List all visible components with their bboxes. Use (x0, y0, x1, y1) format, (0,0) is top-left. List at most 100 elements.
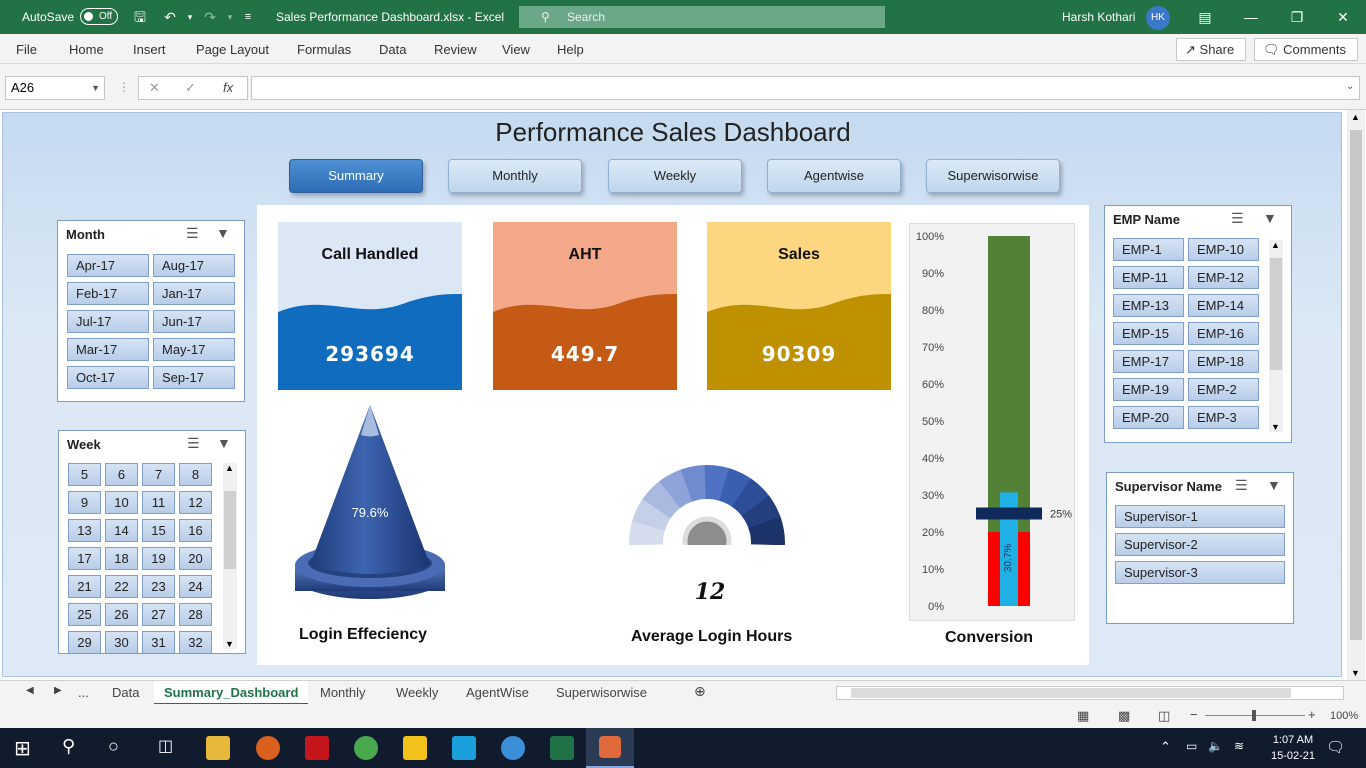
normal-view-icon[interactable]: ▦ (1077, 708, 1089, 724)
clear-filter-icon[interactable]: ▼ (1263, 210, 1277, 226)
horizontal-scrollbar[interactable] (836, 686, 1344, 700)
slicer-item-month[interactable]: Jun-17 (153, 310, 235, 333)
multi-select-icon[interactable]: ☰ (1235, 477, 1248, 494)
worksheet[interactable]: Performance Sales Dashboard Summary Mont… (0, 110, 1366, 680)
slicer-item-emp[interactable]: EMP-10 (1188, 238, 1259, 261)
tab-home[interactable]: Home (69, 42, 104, 57)
chevron-down-icon[interactable]: ▼ (1271, 422, 1280, 432)
slicer-item-week[interactable]: 10 (105, 491, 138, 514)
autosave-toggle[interactable]: Off (80, 8, 118, 25)
customize-toolbar-icon[interactable]: ≡ (238, 7, 258, 27)
chevron-up-icon[interactable]: ▲ (1351, 112, 1360, 122)
function-icon[interactable]: fx (223, 80, 233, 95)
slicer-item-emp[interactable]: EMP-11 (1113, 266, 1184, 289)
ribbon-display-icon[interactable]: ▤ (1193, 6, 1217, 28)
excel-icon[interactable] (550, 736, 574, 760)
slicer-item-week[interactable]: 8 (179, 463, 212, 486)
slicer-item-emp[interactable]: EMP-13 (1113, 294, 1184, 317)
more-options-icon[interactable]: ⋮ (118, 80, 130, 94)
slicer-item-emp[interactable]: EMP-12 (1188, 266, 1259, 289)
slicer-item-week[interactable]: 17 (68, 547, 101, 570)
chevron-down-icon[interactable]: ▼ (91, 77, 100, 99)
slicer-item-week[interactable]: 31 (142, 631, 175, 653)
tab-help[interactable]: Help (557, 42, 584, 57)
slicer-item-week[interactable]: 5 (68, 463, 101, 486)
emp-scrollbar[interactable]: ▲ ▼ (1269, 240, 1283, 432)
slicer-item-week[interactable]: 6 (105, 463, 138, 486)
tab-view[interactable]: View (502, 42, 530, 57)
slicer-item-week[interactable]: 13 (68, 519, 101, 542)
slicer-item-week[interactable]: 18 (105, 547, 138, 570)
slicer-item-week[interactable]: 11 (142, 491, 175, 514)
scroll-left-icon[interactable]: ◀ (26, 685, 34, 696)
slicer-item-week[interactable]: 28 (179, 603, 212, 626)
slicer-item-week[interactable]: 25 (68, 603, 101, 626)
slicer-item-week[interactable]: 23 (142, 575, 175, 598)
sheet-tab-agentwise[interactable]: AgentWise (466, 685, 529, 700)
nav-agentwise-button[interactable]: Agentwise (767, 159, 901, 193)
sheet-tab-summary-dashboard[interactable]: Summary_Dashboard (154, 681, 309, 705)
slicer-item-week[interactable]: 19 (142, 547, 175, 570)
slicer-item-month[interactable]: Feb-17 (67, 282, 149, 305)
expand-formula-icon[interactable]: ⌄ (1346, 81, 1354, 92)
slicer-item-emp[interactable]: EMP-19 (1113, 378, 1184, 401)
restore-icon[interactable]: ❐ (1285, 6, 1309, 28)
close-icon[interactable]: ✕ (1331, 6, 1355, 28)
tab-page-layout[interactable]: Page Layout (196, 42, 269, 57)
chrome-icon[interactable] (354, 736, 378, 760)
slicer-item-emp[interactable]: EMP-2 (1188, 378, 1259, 401)
multi-select-icon[interactable]: ☰ (187, 435, 200, 452)
windows-start-icon[interactable]: ⊞ (14, 736, 31, 761)
task-view-icon[interactable]: ◫ (158, 736, 173, 756)
name-box[interactable]: A26 ▼ (5, 76, 105, 100)
slicer-item-emp[interactable]: EMP-17 (1113, 350, 1184, 373)
chevron-down-icon[interactable]: ▼ (1351, 668, 1360, 678)
app-icon[interactable] (256, 736, 280, 760)
page-break-view-icon[interactable]: ◫ (1158, 708, 1170, 724)
minimize-icon[interactable]: — (1239, 6, 1263, 28)
slicer-item-month[interactable]: Jan-17 (153, 282, 235, 305)
chevron-up-icon[interactable]: ▲ (225, 463, 234, 473)
slicer-item-emp[interactable]: EMP-3 (1188, 406, 1259, 429)
nav-weekly-button[interactable]: Weekly (608, 159, 742, 193)
file-explorer-icon[interactable] (206, 736, 230, 760)
tab-formulas[interactable]: Formulas (297, 42, 351, 57)
slicer-item-week[interactable]: 7 (142, 463, 175, 486)
slicer-item-week[interactable]: 24 (179, 575, 212, 598)
slicer-item-week[interactable]: 12 (179, 491, 212, 514)
slicer-item-emp[interactable]: EMP-20 (1113, 406, 1184, 429)
slicer-item-week[interactable]: 16 (179, 519, 212, 542)
more-sheets-icon[interactable]: ... (78, 685, 89, 700)
scroll-right-icon[interactable]: ▶ (54, 685, 62, 696)
clear-filter-icon[interactable]: ▼ (1267, 477, 1281, 493)
undo-dropdown-icon[interactable]: ▾ (180, 7, 200, 27)
formula-input[interactable] (251, 76, 1360, 100)
undo-icon[interactable]: ↶ (160, 7, 180, 27)
slicer-item-week[interactable]: 14 (105, 519, 138, 542)
zoom-slider-thumb[interactable] (1252, 710, 1256, 721)
clear-filter-icon[interactable]: ▼ (216, 225, 230, 241)
redo-dropdown-icon[interactable]: ▾ (220, 7, 240, 27)
clock[interactable]: 1:07 AM 15-02-21 (1262, 732, 1324, 764)
slicer-item-supervisor[interactable]: Supervisor-3 (1115, 561, 1285, 584)
slicer-item-month[interactable]: Jul-17 (67, 310, 149, 333)
slicer-item-month[interactable]: Sep-17 (153, 366, 235, 389)
search-box[interactable]: ⚲ Search (519, 6, 885, 28)
sheet-tab-monthly[interactable]: Monthly (320, 685, 366, 700)
redo-icon[interactable]: ↷ (200, 7, 220, 27)
slicer-item-month[interactable]: Mar-17 (67, 338, 149, 361)
slicer-item-week[interactable]: 32 (179, 631, 212, 653)
slicer-item-month[interactable]: May-17 (153, 338, 235, 361)
cancel-icon[interactable]: ✕ (149, 80, 160, 96)
slicer-item-week[interactable]: 26 (105, 603, 138, 626)
comments-button[interactable]: 🗨 Comments (1254, 38, 1358, 61)
tab-data[interactable]: Data (379, 42, 406, 57)
tab-insert[interactable]: Insert (133, 42, 166, 57)
slicer-item-emp[interactable]: EMP-14 (1188, 294, 1259, 317)
add-sheet-icon[interactable]: ⊕ (694, 683, 706, 700)
slicer-item-supervisor[interactable]: Supervisor-2 (1115, 533, 1285, 556)
slicer-item-emp[interactable]: EMP-18 (1188, 350, 1259, 373)
avatar[interactable]: HK (1146, 6, 1170, 30)
enter-icon[interactable]: ✓ (185, 80, 196, 96)
notifications-icon[interactable]: 🗨 (1326, 738, 1345, 756)
